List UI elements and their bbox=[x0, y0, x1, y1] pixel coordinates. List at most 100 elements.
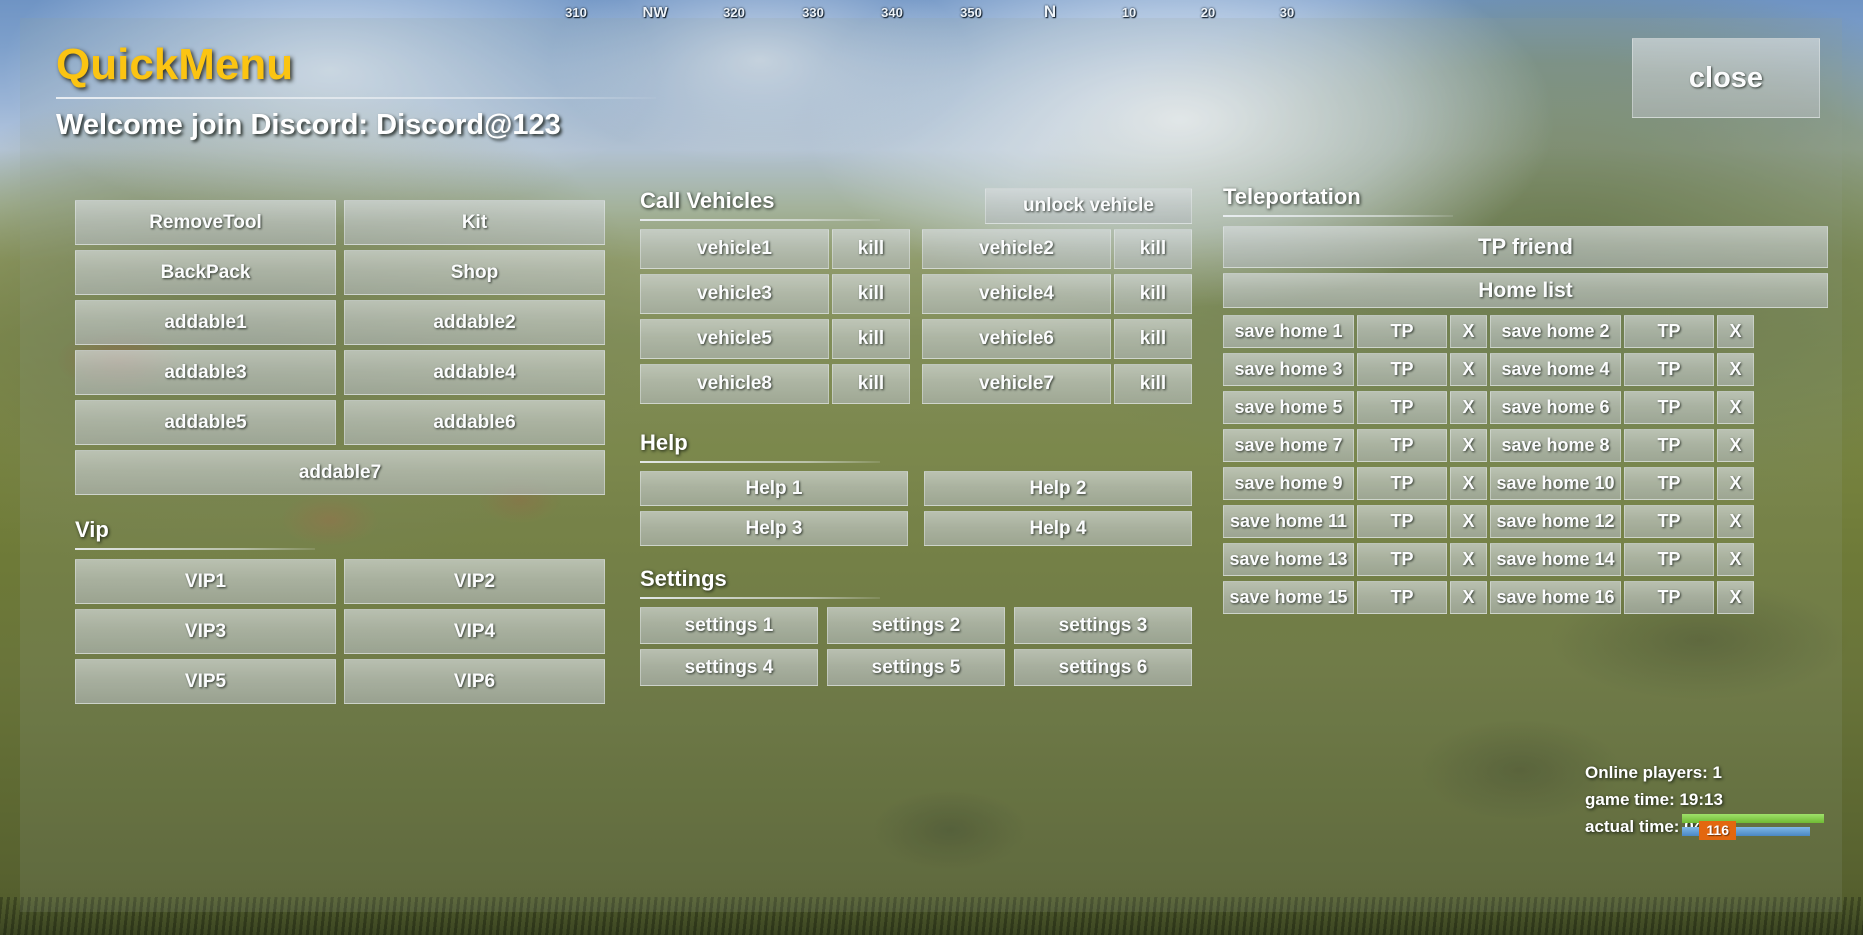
vip-button-vip1[interactable]: VIP1 bbox=[75, 559, 336, 604]
home-tp-save-home-16[interactable]: TP bbox=[1624, 581, 1714, 614]
home-tp-save-home-12[interactable]: TP bbox=[1624, 505, 1714, 538]
home-delete-save-home-3[interactable]: X bbox=[1450, 353, 1487, 386]
vehicle-button-vehicle4[interactable]: vehicle4 bbox=[922, 274, 1111, 314]
home-tp-save-home-11[interactable]: TP bbox=[1357, 505, 1447, 538]
vehicle-button-vehicle7[interactable]: vehicle7 bbox=[922, 364, 1111, 404]
settings-button-settings-5[interactable]: settings 5 bbox=[827, 649, 1005, 686]
button-shop[interactable]: Shop bbox=[344, 250, 605, 295]
close-button[interactable]: close bbox=[1632, 38, 1820, 118]
home-name-save-home-14[interactable]: save home 14 bbox=[1490, 543, 1621, 576]
home-delete-save-home-7[interactable]: X bbox=[1450, 429, 1487, 462]
button-addable2[interactable]: addable2 bbox=[344, 300, 605, 345]
settings-button-settings-3[interactable]: settings 3 bbox=[1014, 607, 1192, 644]
button-addable6[interactable]: addable6 bbox=[344, 400, 605, 445]
home-name-save-home-9[interactable]: save home 9 bbox=[1223, 467, 1354, 500]
home-tp-save-home-9[interactable]: TP bbox=[1357, 467, 1447, 500]
home-tp-save-home-15[interactable]: TP bbox=[1357, 581, 1447, 614]
home-name-save-home-10[interactable]: save home 10 bbox=[1490, 467, 1621, 500]
settings-button-settings-4[interactable]: settings 4 bbox=[640, 649, 818, 686]
button-removetool[interactable]: RemoveTool bbox=[75, 200, 336, 245]
help-button-help-3[interactable]: Help 3 bbox=[640, 511, 908, 546]
home-name-save-home-1[interactable]: save home 1 bbox=[1223, 315, 1354, 348]
home-delete-save-home-15[interactable]: X bbox=[1450, 581, 1487, 614]
home-tp-save-home-8[interactable]: TP bbox=[1624, 429, 1714, 462]
vip-button-vip5[interactable]: VIP5 bbox=[75, 659, 336, 704]
button-addable4[interactable]: addable4 bbox=[344, 350, 605, 395]
home-tp-save-home-3[interactable]: TP bbox=[1357, 353, 1447, 386]
vehicle-row-vehicle6: vehicle6 kill bbox=[922, 319, 1192, 359]
home-delete-save-home-9[interactable]: X bbox=[1450, 467, 1487, 500]
home-name-save-home-13[interactable]: save home 13 bbox=[1223, 543, 1354, 576]
home-tp-save-home-4[interactable]: TP bbox=[1624, 353, 1714, 386]
home-name-save-home-6[interactable]: save home 6 bbox=[1490, 391, 1621, 424]
button-addable1[interactable]: addable1 bbox=[75, 300, 336, 345]
settings-button-settings-6[interactable]: settings 6 bbox=[1014, 649, 1192, 686]
kill-button-vehicle6[interactable]: kill bbox=[1114, 319, 1192, 359]
vehicle-row-vehicle8: vehicle8 kill bbox=[640, 364, 910, 404]
tp-friend-button[interactable]: TP friend bbox=[1223, 226, 1828, 268]
home-name-save-home-15[interactable]: save home 15 bbox=[1223, 581, 1354, 614]
home-name-save-home-7[interactable]: save home 7 bbox=[1223, 429, 1354, 462]
button-kit[interactable]: Kit bbox=[344, 200, 605, 245]
home-name-save-home-3[interactable]: save home 3 bbox=[1223, 353, 1354, 386]
home-delete-save-home-13[interactable]: X bbox=[1450, 543, 1487, 576]
kill-button-vehicle4[interactable]: kill bbox=[1114, 274, 1192, 314]
home-list-button[interactable]: Home list bbox=[1223, 273, 1828, 308]
button-backpack[interactable]: BackPack bbox=[75, 250, 336, 295]
home-tp-save-home-6[interactable]: TP bbox=[1624, 391, 1714, 424]
kill-button-vehicle8[interactable]: kill bbox=[832, 364, 910, 404]
game-time: game time: 19:13 bbox=[1585, 789, 1723, 809]
vip-heading: Vip bbox=[75, 517, 109, 542]
vip-button-vip4[interactable]: VIP4 bbox=[344, 609, 605, 654]
home-name-save-home-8[interactable]: save home 8 bbox=[1490, 429, 1621, 462]
help-button-help-4[interactable]: Help 4 bbox=[924, 511, 1192, 546]
unlock-vehicle-button[interactable]: unlock vehicle bbox=[985, 188, 1192, 224]
home-delete-save-home-2[interactable]: X bbox=[1717, 315, 1754, 348]
home-name-save-home-12[interactable]: save home 12 bbox=[1490, 505, 1621, 538]
vehicle-button-vehicle1[interactable]: vehicle1 bbox=[640, 229, 829, 269]
home-tp-save-home-10[interactable]: TP bbox=[1624, 467, 1714, 500]
settings-button-settings-2[interactable]: settings 2 bbox=[827, 607, 1005, 644]
help-button-help-1[interactable]: Help 1 bbox=[640, 471, 908, 506]
home-name-save-home-11[interactable]: save home 11 bbox=[1223, 505, 1354, 538]
home-tp-save-home-1[interactable]: TP bbox=[1357, 315, 1447, 348]
home-delete-save-home-10[interactable]: X bbox=[1717, 467, 1754, 500]
vip-button-vip2[interactable]: VIP2 bbox=[344, 559, 605, 604]
home-delete-save-home-16[interactable]: X bbox=[1717, 581, 1754, 614]
kill-button-vehicle3[interactable]: kill bbox=[832, 274, 910, 314]
button-addable5[interactable]: addable5 bbox=[75, 400, 336, 445]
home-delete-save-home-14[interactable]: X bbox=[1717, 543, 1754, 576]
kill-button-vehicle2[interactable]: kill bbox=[1114, 229, 1192, 269]
home-tp-save-home-14[interactable]: TP bbox=[1624, 543, 1714, 576]
vehicle-button-vehicle3[interactable]: vehicle3 bbox=[640, 274, 829, 314]
kill-button-vehicle1[interactable]: kill bbox=[832, 229, 910, 269]
home-name-save-home-5[interactable]: save home 5 bbox=[1223, 391, 1354, 424]
vehicle-button-vehicle6[interactable]: vehicle6 bbox=[922, 319, 1111, 359]
home-tp-save-home-7[interactable]: TP bbox=[1357, 429, 1447, 462]
vehicle-button-vehicle2[interactable]: vehicle2 bbox=[922, 229, 1111, 269]
home-delete-save-home-5[interactable]: X bbox=[1450, 391, 1487, 424]
button-addable3[interactable]: addable3 bbox=[75, 350, 336, 395]
home-name-save-home-16[interactable]: save home 16 bbox=[1490, 581, 1621, 614]
settings-button-settings-1[interactable]: settings 1 bbox=[640, 607, 818, 644]
home-name-save-home-4[interactable]: save home 4 bbox=[1490, 353, 1621, 386]
home-delete-save-home-6[interactable]: X bbox=[1717, 391, 1754, 424]
home-delete-save-home-12[interactable]: X bbox=[1717, 505, 1754, 538]
home-delete-save-home-8[interactable]: X bbox=[1717, 429, 1754, 462]
home-delete-save-home-1[interactable]: X bbox=[1450, 315, 1487, 348]
home-delete-save-home-11[interactable]: X bbox=[1450, 505, 1487, 538]
vehicle-button-vehicle5[interactable]: vehicle5 bbox=[640, 319, 829, 359]
help-button-help-2[interactable]: Help 2 bbox=[924, 471, 1192, 506]
kill-button-vehicle7[interactable]: kill bbox=[1114, 364, 1192, 404]
vip-button-vip3[interactable]: VIP3 bbox=[75, 609, 336, 654]
home-list-grid: save home 1 TP Xsave home 2 TP Xsave home 3T… bbox=[1223, 315, 1828, 614]
home-tp-save-home-2[interactable]: TP bbox=[1624, 315, 1714, 348]
home-tp-save-home-13[interactable]: TP bbox=[1357, 543, 1447, 576]
vehicle-button-vehicle8[interactable]: vehicle8 bbox=[640, 364, 829, 404]
vip-button-vip6[interactable]: VIP6 bbox=[344, 659, 605, 704]
kill-button-vehicle5[interactable]: kill bbox=[832, 319, 910, 359]
home-tp-save-home-5[interactable]: TP bbox=[1357, 391, 1447, 424]
home-name-save-home-2[interactable]: save home 2 bbox=[1490, 315, 1621, 348]
home-delete-save-home-4[interactable]: X bbox=[1717, 353, 1754, 386]
addable7-button[interactable]: addable7 bbox=[75, 450, 605, 495]
